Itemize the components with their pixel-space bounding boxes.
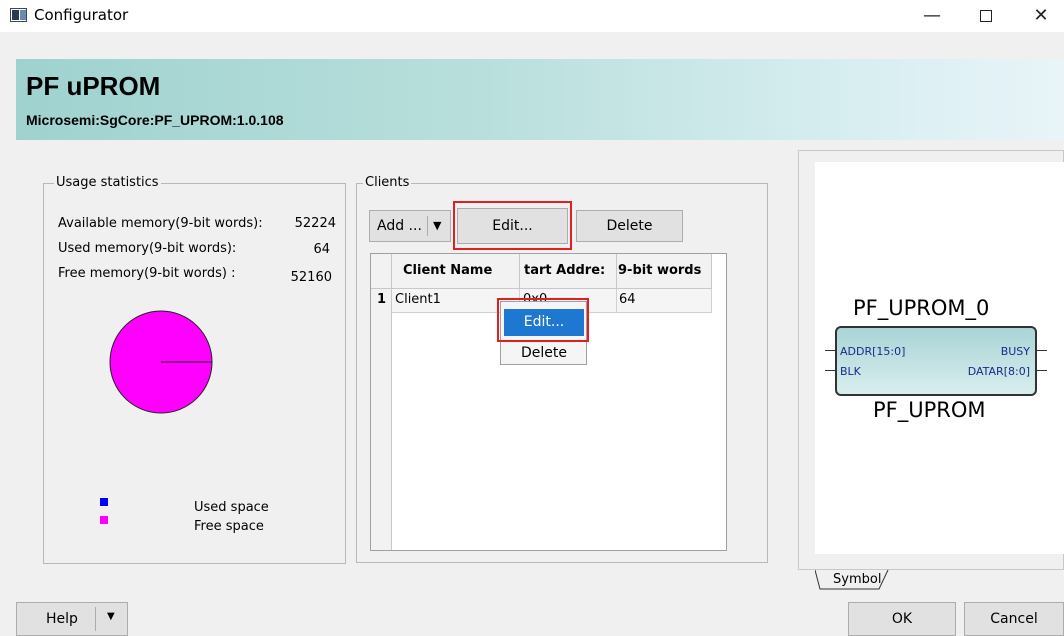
chevron-down-icon[interactable]: ▼ <box>107 611 115 622</box>
core-title: PF uPROM <box>26 71 161 101</box>
free-space-swatch <box>100 516 108 524</box>
header-banner: PF uPROM Microsemi:SgCore:PF_UPROM:1.0.1… <box>16 59 1064 140</box>
title-bar: Configurator — ✕ <box>0 0 1064 32</box>
symbol-block[interactable]: ADDR[15:0] BLK BUSY DATAR[8:0] <box>835 326 1037 396</box>
add-client-button[interactable]: Add ... ▼ <box>369 210 451 242</box>
col-header-client-name[interactable]: Client Name <box>392 254 520 289</box>
row-header-area <box>371 313 392 550</box>
context-edit-highlight <box>497 298 589 342</box>
help-split-divider <box>95 607 96 631</box>
used-space-swatch <box>100 498 108 506</box>
chevron-down-icon[interactable]: ▼ <box>433 211 441 241</box>
context-menu-delete[interactable]: Delete <box>504 340 584 367</box>
port-busy: BUSY <box>1000 345 1030 358</box>
maximize-icon <box>980 10 992 22</box>
col-header-words[interactable]: 9-bit words <box>617 254 712 289</box>
add-split-divider <box>427 216 428 236</box>
add-client-label: Add ... <box>377 218 422 234</box>
port-blk: BLK <box>840 365 861 378</box>
delete-client-button[interactable]: Delete <box>576 210 683 242</box>
usage-pie-chart <box>109 310 213 414</box>
col-header-start-address[interactable]: tart Addre: <box>520 254 617 289</box>
core-vlnv: Microsemi:SgCore:PF_UPROM:1.0.108 <box>26 112 284 128</box>
port-datar: DATAR[8:0] <box>967 365 1030 378</box>
pin-datar <box>1037 370 1047 371</box>
ok-button[interactable]: OK <box>848 602 956 636</box>
row-header[interactable]: 1 <box>371 289 392 313</box>
usage-statistics-legend: Usage statistics <box>54 175 161 190</box>
symbol-type-name: PF_UPROM <box>873 398 986 422</box>
cancel-button[interactable]: Cancel <box>964 602 1064 636</box>
free-memory-label: Free memory(9-bit words) : <box>58 266 236 281</box>
window-title: Configurator <box>34 6 129 24</box>
port-addr: ADDR[15:0] <box>840 345 906 358</box>
available-memory-value: 52224 <box>294 216 336 231</box>
used-space-legend: Used space <box>194 500 269 515</box>
clients-legend: Clients <box>363 175 412 190</box>
minimize-button[interactable]: — <box>909 0 955 32</box>
help-button[interactable]: Help ▼ <box>16 602 128 636</box>
pin-blk <box>825 370 835 371</box>
available-memory-label: Available memory(9-bit words): <box>58 216 263 231</box>
edit-button-highlight <box>453 201 572 250</box>
used-memory-label: Used memory(9-bit words): <box>58 241 237 256</box>
grid-corner <box>371 254 392 289</box>
pin-addr <box>825 350 835 351</box>
close-button[interactable]: ✕ <box>1018 0 1064 32</box>
free-memory-value: 52160 <box>290 270 332 285</box>
used-memory-value: 64 <box>313 242 330 257</box>
usage-statistics-group: Usage statistics Available memory(9-bit … <box>43 175 346 564</box>
cell-words[interactable]: 64 <box>617 289 712 313</box>
help-label: Help <box>46 611 78 627</box>
symbol-instance-name: PF_UPROM_0 <box>853 296 990 320</box>
pin-busy <box>1037 350 1047 351</box>
app-icon <box>10 8 27 22</box>
free-space-legend: Free space <box>194 519 264 534</box>
tab-symbol-label: Symbol <box>833 572 882 587</box>
tab-symbol[interactable]: Symbol <box>815 569 889 591</box>
maximize-button[interactable] <box>963 0 1009 32</box>
